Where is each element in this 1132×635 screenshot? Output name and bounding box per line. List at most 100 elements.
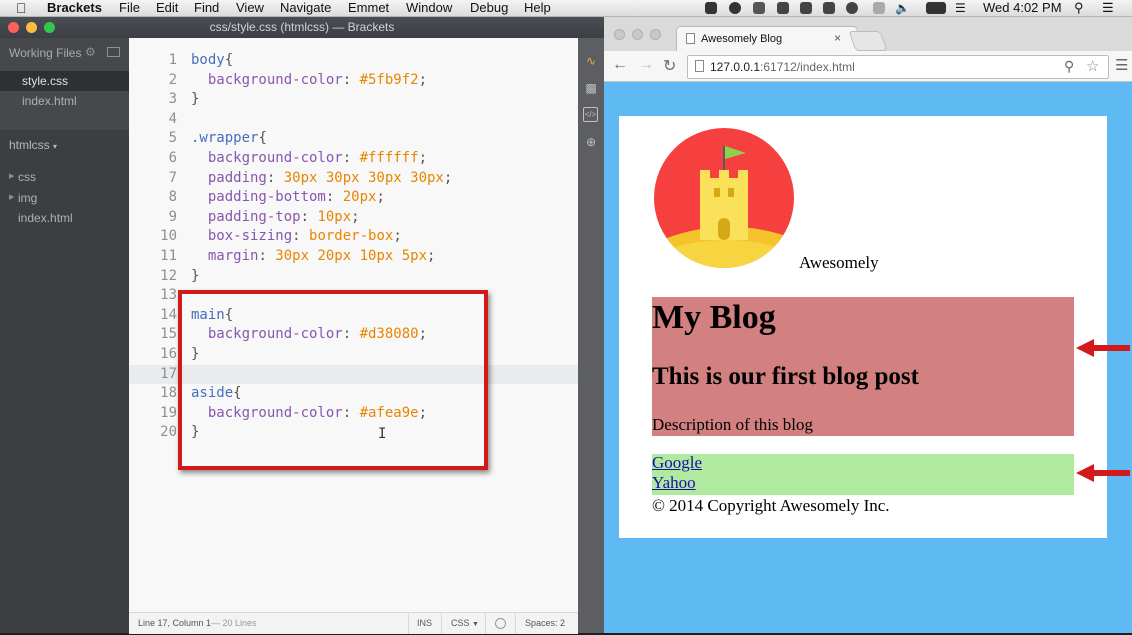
extension-manager-icon[interactable]: ▩ bbox=[583, 80, 599, 96]
volume-icon[interactable]: 🔈 bbox=[895, 0, 910, 16]
address-bar[interactable]: 127.0.0.1:61712/index.html ⚲ ☆ bbox=[687, 55, 1109, 79]
code-icon[interactable]: </> bbox=[583, 107, 598, 122]
notification-icon[interactable] bbox=[873, 2, 885, 14]
forward-arrow-icon[interactable]: → bbox=[638, 56, 654, 74]
page-icon bbox=[686, 33, 695, 44]
app-menu[interactable]: Brackets bbox=[47, 0, 102, 16]
link-google[interactable]: Google bbox=[652, 453, 702, 473]
tree-folder-img[interactable]: img bbox=[18, 191, 37, 205]
bookmark-star-icon[interactable]: ☆ bbox=[1086, 57, 1099, 75]
code-token: ; bbox=[418, 71, 428, 88]
line-number: 20 bbox=[160, 424, 177, 441]
cursor-position[interactable]: Line 17, Column 1 bbox=[138, 613, 211, 634]
code-line[interactable]: 5 .wrapper{ bbox=[129, 129, 578, 149]
split-view-icon[interactable] bbox=[107, 47, 120, 57]
blog-title: My Blog bbox=[652, 299, 776, 336]
code-line[interactable]: 1 body{ bbox=[129, 51, 578, 71]
code-text: } bbox=[191, 267, 199, 287]
new-tab-button[interactable] bbox=[848, 31, 888, 51]
indent-spaces[interactable]: Spaces: 2 bbox=[525, 613, 565, 634]
code-line[interactable]: 4 bbox=[129, 110, 578, 130]
close-tab-icon[interactable]: × bbox=[834, 31, 841, 45]
menu-file[interactable]: File bbox=[119, 0, 140, 16]
code-line[interactable]: 10 box-sizing: border-box; bbox=[129, 227, 578, 247]
link-yahoo[interactable]: Yahoo bbox=[652, 473, 696, 493]
code-line[interactable]: 2 background-color: #5fb9f2; bbox=[129, 71, 578, 91]
code-token: : bbox=[258, 248, 276, 264]
folder-arrow-icon[interactable]: ▶ bbox=[9, 193, 14, 201]
reload-icon[interactable]: ↻ bbox=[663, 56, 676, 76]
menu-window[interactable]: Window bbox=[406, 0, 452, 16]
code-token: ; bbox=[443, 169, 453, 186]
creative-cloud-icon[interactable] bbox=[846, 2, 858, 14]
page-wrapper: Awesomely My Blog This is our first blog… bbox=[619, 116, 1107, 538]
linter-status-icon[interactable] bbox=[495, 618, 506, 629]
language-select[interactable]: CSS ▼ bbox=[451, 613, 479, 635]
notification-center-icon[interactable]: ☰ bbox=[1102, 0, 1114, 16]
apple-menu-icon[interactable]:  bbox=[16, 0, 27, 16]
code-text: background-color: #ffffff; bbox=[191, 149, 427, 169]
tab-title: Awesomely Blog bbox=[701, 33, 783, 45]
back-arrow-icon[interactable]: ← bbox=[612, 56, 628, 74]
clock[interactable]: Wed 4:02 PM bbox=[983, 0, 1062, 16]
status-tray-icon[interactable] bbox=[729, 2, 741, 14]
code-token: } bbox=[191, 91, 200, 108]
code-line[interactable]: 3} bbox=[129, 90, 578, 110]
layers-icon[interactable]: ⊕ bbox=[583, 134, 599, 150]
project-dropdown[interactable]: htmlcss ▾ bbox=[9, 138, 57, 152]
menu-navigate[interactable]: Navigate bbox=[280, 0, 331, 16]
working-file-style-css[interactable]: style.css bbox=[0, 71, 129, 91]
line-number: 14 bbox=[160, 306, 177, 323]
status-tray-icon[interactable] bbox=[705, 2, 717, 14]
line-number: 19 bbox=[160, 404, 177, 421]
code-token: ; bbox=[427, 248, 436, 264]
code-line[interactable]: 9 padding-top: 10px; bbox=[129, 208, 578, 228]
line-number: 11 bbox=[160, 248, 177, 264]
browser-nav-bar: ← → ↻ 127.0.0.1:61712/index.html ⚲ ☆ ☰ bbox=[604, 51, 1132, 82]
code-text: padding-top: 10px; bbox=[191, 208, 360, 228]
menu-view[interactable]: View bbox=[236, 0, 264, 16]
live-preview-icon[interactable]: ∿ bbox=[583, 53, 599, 69]
battery-icon[interactable] bbox=[926, 2, 946, 14]
code-line[interactable]: 12} bbox=[129, 267, 578, 287]
insert-mode[interactable]: INS bbox=[417, 613, 432, 634]
code-text: background-color: #5fb9f2; bbox=[191, 71, 427, 91]
browser-menu-icon[interactable]: ☰ bbox=[1115, 56, 1128, 74]
menu-debug[interactable]: Debug bbox=[470, 0, 508, 16]
copyright-text: © 2014 Copyright Awesomely Inc. bbox=[652, 496, 890, 515]
menu-emmet[interactable]: Emmet bbox=[348, 0, 389, 16]
page-icon bbox=[695, 60, 704, 72]
spotlight-search-icon[interactable]: ⚲ bbox=[1074, 0, 1084, 16]
main-section: My Blog This is our first blog post Desc… bbox=[652, 297, 1074, 436]
code-token: .wrapper bbox=[191, 130, 259, 147]
code-token: box-sizing bbox=[191, 228, 293, 245]
wifi-icon[interactable]: ☰ bbox=[955, 0, 966, 16]
folder-arrow-icon[interactable]: ▶ bbox=[9, 172, 14, 180]
status-divider bbox=[408, 613, 409, 634]
bell-icon[interactable] bbox=[753, 2, 765, 14]
logo-text: Awesomely bbox=[799, 253, 879, 272]
annotation-arrow-icon bbox=[1076, 464, 1130, 482]
code-token: #ffffff bbox=[359, 150, 419, 166]
menu-edit[interactable]: Edit bbox=[156, 0, 178, 16]
menu-find[interactable]: Find bbox=[194, 0, 219, 16]
code-line[interactable]: 8 padding-bottom: 20px; bbox=[129, 188, 578, 208]
code-line[interactable]: 6 background-color: #ffffff; bbox=[129, 149, 578, 169]
browser-tab[interactable]: Awesomely Blog × bbox=[676, 26, 858, 52]
minimize-window-icon[interactable] bbox=[632, 29, 643, 40]
gear-icon[interactable]: ⚙ bbox=[85, 45, 96, 59]
working-file-index-html[interactable]: index.html bbox=[0, 91, 129, 111]
line-number: 6 bbox=[168, 150, 177, 166]
close-window-icon[interactable] bbox=[614, 29, 625, 40]
tree-file-index-html[interactable]: index.html bbox=[18, 211, 73, 225]
status-tray-icon[interactable] bbox=[777, 2, 789, 14]
drive-icon[interactable] bbox=[823, 2, 835, 14]
code-line[interactable]: 11 margin: 30px 20px 10px 5px; bbox=[129, 247, 578, 267]
status-tray-icon[interactable] bbox=[800, 2, 812, 14]
menu-help[interactable]: Help bbox=[524, 0, 551, 16]
zoom-window-icon[interactable] bbox=[650, 29, 661, 40]
code-token: background-color bbox=[191, 71, 343, 88]
zoom-icon[interactable]: ⚲ bbox=[1064, 58, 1074, 75]
code-line[interactable]: 7 padding: 30px 30px 30px 30px; bbox=[129, 169, 578, 189]
tree-folder-css[interactable]: css bbox=[18, 170, 36, 184]
